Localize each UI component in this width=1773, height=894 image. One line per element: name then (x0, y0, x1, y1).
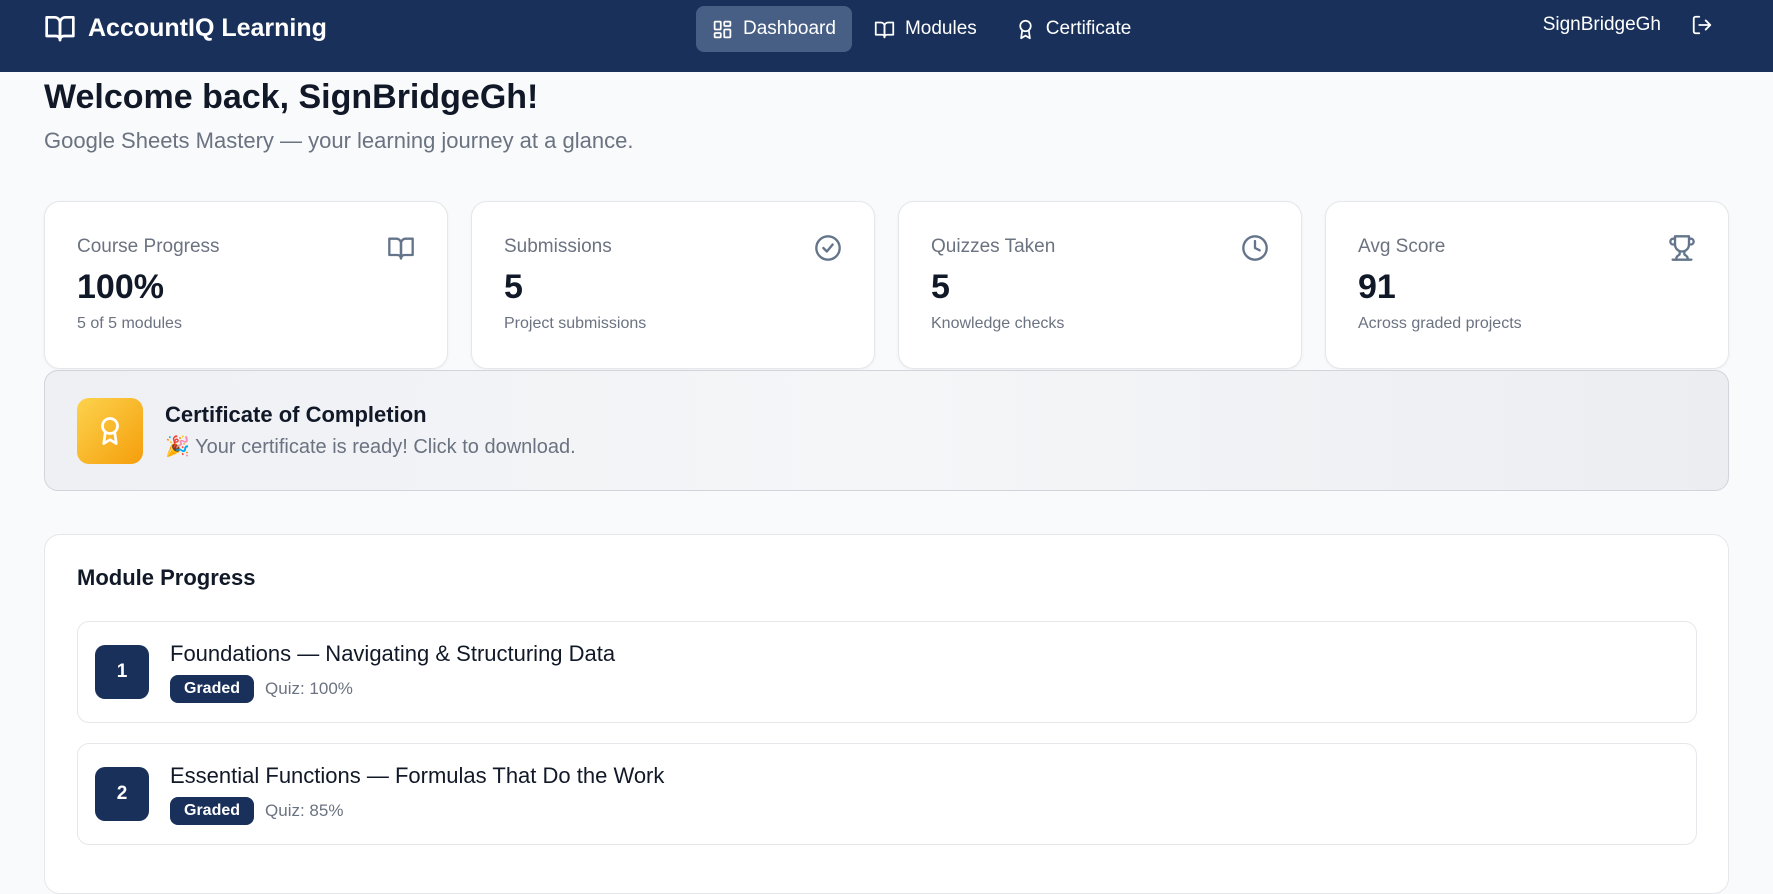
award-icon (1019, 19, 1032, 39)
certificate-text: Certificate of Completion 🎉 Your certifi… (165, 402, 576, 459)
certificate-title: Certificate of Completion (165, 402, 427, 427)
stat-value: 100% (77, 268, 164, 306)
certificate-banner[interactable]: Certificate of Completion 🎉 Your certifi… (44, 370, 1729, 491)
nav-item-dashboard[interactable]: Dashboard (696, 6, 852, 52)
logout-icon (1692, 15, 1712, 35)
page-title: Welcome back, SignBridgeGh! (44, 78, 539, 116)
trophy-icon (1669, 235, 1695, 261)
stat-value: 5 (504, 268, 523, 306)
module-info: Essential Functions — Formulas That Do t… (170, 763, 664, 825)
stat-value: 91 (1358, 268, 1396, 306)
quiz-score: Quiz: 85% (265, 801, 344, 820)
stat-note: Knowledge checks (931, 315, 1065, 332)
status-badge: Graded (170, 797, 255, 825)
module-meta: Graded Quiz: 100% (170, 675, 615, 703)
panel-title: Module Progress (77, 565, 256, 590)
certificate-badge (77, 397, 143, 464)
clock-icon (1242, 235, 1268, 261)
stat-label: Course Progress (77, 236, 220, 257)
stat-note: Project submissions (504, 315, 647, 332)
module-title: Essential Functions — Formulas That Do t… (170, 763, 665, 788)
page-subtitle: Google Sheets Mastery — your learning jo… (44, 128, 634, 153)
module-progress-panel: Module Progress 1 Foundations — Navigati… (44, 534, 1729, 894)
book-icon (874, 21, 895, 38)
check-circle-icon (815, 235, 841, 261)
module-number: 2 (95, 767, 149, 821)
book-icon (45, 15, 75, 42)
stat-card-submissions: Submissions 5 Project submissions (471, 201, 875, 369)
stat-label: Avg Score (1358, 236, 1446, 257)
module-meta: Graded Quiz: 85% (170, 797, 664, 825)
stat-card-avg-score: Avg Score 91 Across graded projects (1325, 201, 1729, 369)
quiz-score: Quiz: 100% (265, 679, 353, 698)
award-icon (101, 416, 119, 445)
module-info: Foundations — Navigating & Structuring D… (170, 641, 615, 703)
stat-note: Across graded projects (1358, 315, 1522, 332)
top-navbar: AccountIQ Learning Dashboard Modules Cer… (0, 0, 1773, 72)
user-area: SignBridgeGh (1543, 14, 1713, 36)
dashboard-icon (713, 20, 732, 38)
stat-label: Quizzes Taken (931, 236, 1056, 257)
brand-name: AccountIQ Learning (88, 13, 327, 42)
stat-card-quizzes: Quizzes Taken 5 Knowledge checks (898, 201, 1302, 369)
stat-note: 5 of 5 modules (77, 315, 182, 332)
module-row[interactable]: 1 Foundations — Navigating & Structuring… (77, 621, 1697, 723)
certificate-description: 🎉 Your certificate is ready! Click to do… (165, 436, 576, 458)
brand-logo[interactable]: AccountIQ Learning (44, 12, 327, 44)
stat-label: Submissions (504, 236, 612, 257)
module-number: 1 (95, 645, 149, 699)
main-nav: Dashboard Modules Certificate (696, 6, 1147, 52)
nav-item-modules[interactable]: Modules (858, 6, 993, 52)
nav-label-modules: Modules (904, 18, 977, 39)
module-row[interactable]: 2 Essential Functions — Formulas That Do… (77, 743, 1697, 845)
username[interactable]: SignBridgeGh (1543, 14, 1661, 36)
nav-item-certificate[interactable]: Certificate (999, 6, 1148, 52)
nav-label-certificate: Certificate (1045, 18, 1132, 39)
stat-value: 5 (931, 268, 950, 306)
book-open-icon (388, 237, 414, 260)
stat-card-course-progress: Course Progress 100% 5 of 5 modules (44, 201, 448, 369)
module-title: Foundations — Navigating & Structuring D… (170, 641, 616, 666)
nav-label-dashboard: Dashboard (743, 18, 836, 39)
logout-button[interactable] (1691, 14, 1713, 36)
status-badge: Graded (170, 675, 255, 703)
